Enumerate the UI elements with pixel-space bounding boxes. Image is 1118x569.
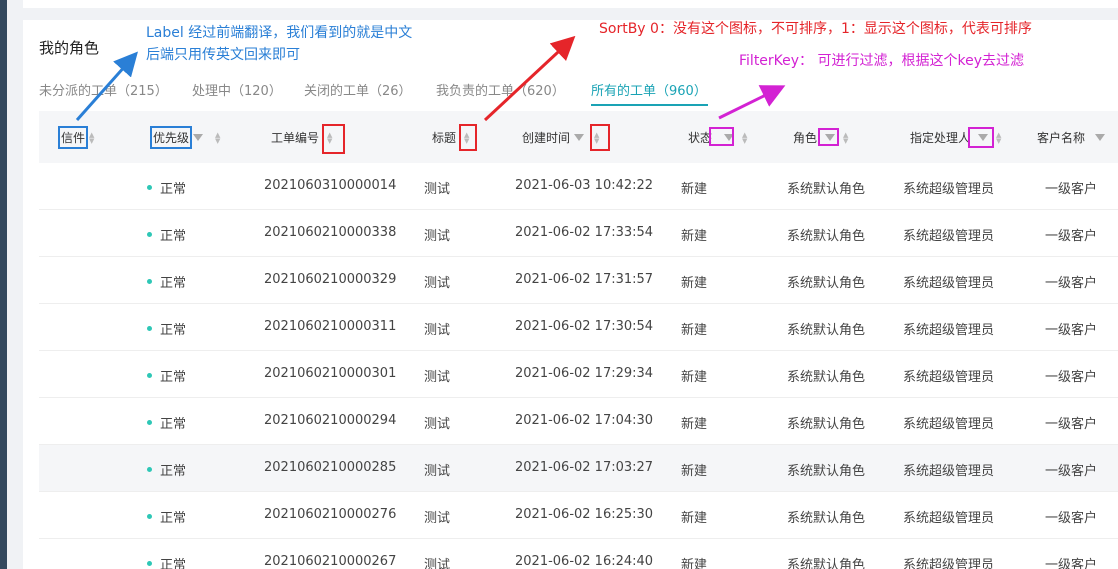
filterkey-arrow [718,85,786,120]
sortby-arrow [483,35,576,122]
annotation-arrows [75,35,786,122]
label-arrow [75,51,138,121]
